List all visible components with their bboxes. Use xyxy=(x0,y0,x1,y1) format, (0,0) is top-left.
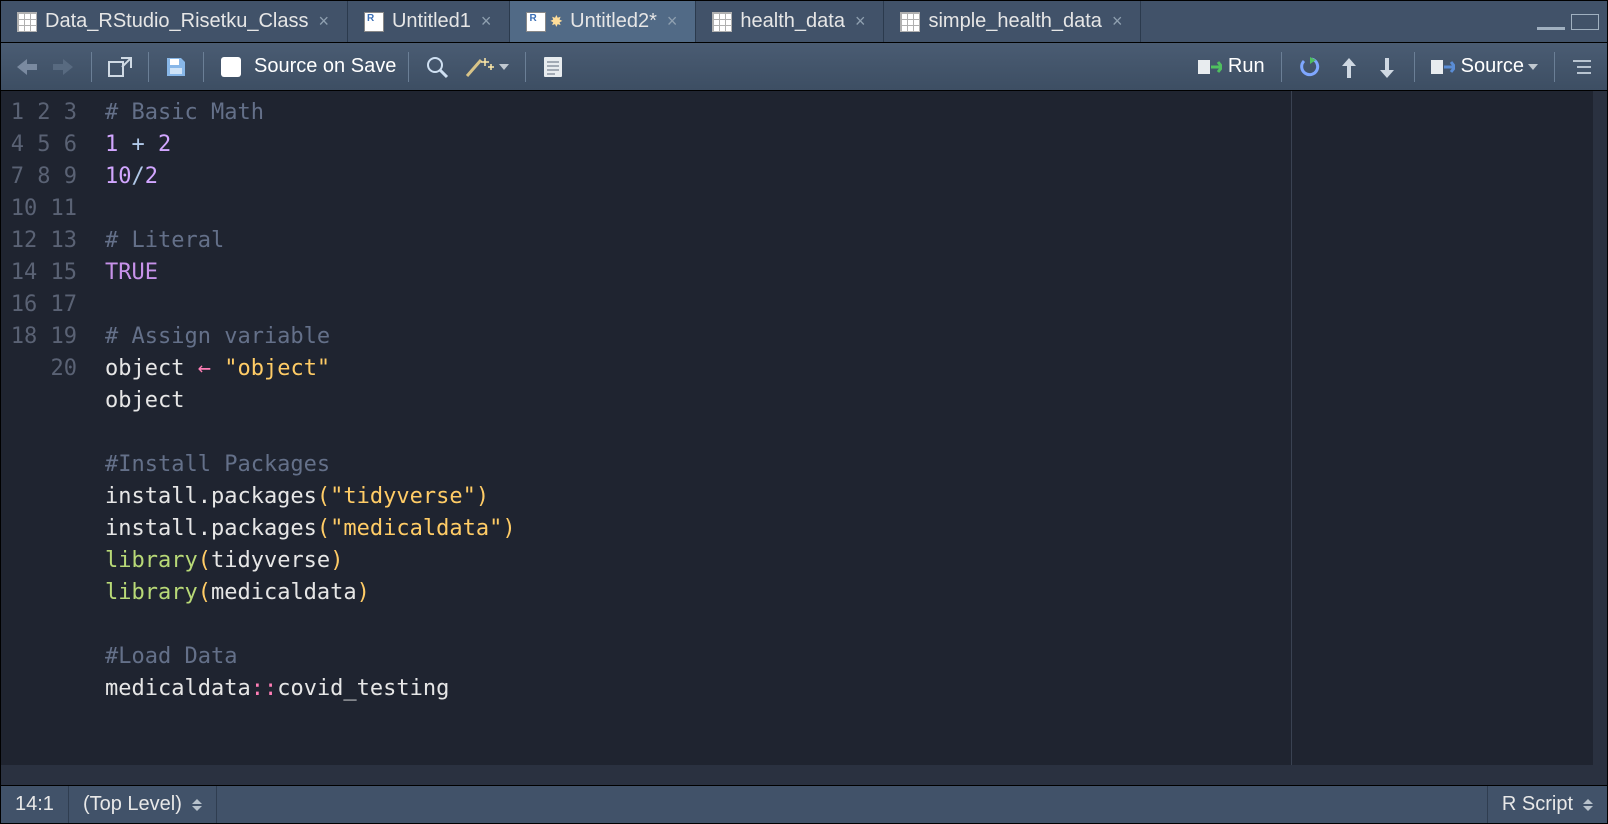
source-button[interactable]: Source xyxy=(1427,51,1542,83)
source-on-save-label: Source on Save xyxy=(254,55,396,78)
vertical-scrollbar[interactable] xyxy=(1593,91,1607,765)
close-tab-button[interactable]: × xyxy=(316,11,331,32)
table-icon xyxy=(712,12,732,32)
cursor-position[interactable]: 14:1 xyxy=(1,786,69,823)
tab-label: Data_RStudio_Risetku_Class xyxy=(45,10,308,33)
save-button[interactable] xyxy=(161,51,191,83)
code-area[interactable]: # Basic Math1 + 210/2 # LiteralTRUE # As… xyxy=(91,91,1593,765)
code-line[interactable]: # Basic Math xyxy=(105,97,1593,129)
code-line[interactable]: library(medicaldata) xyxy=(105,577,1593,609)
rstudio-source-pane: Data_RStudio_Risetku_Class × Untitled1 × ✸ Un… xyxy=(0,0,1608,824)
updown-caret-icon xyxy=(192,799,202,811)
outline-button[interactable] xyxy=(1567,51,1597,83)
tab-label: health_data xyxy=(740,10,845,33)
find-replace-button[interactable] xyxy=(421,51,453,83)
tab-data-rstudio-risetku-class[interactable]: Data_RStudio_Risetku_Class × xyxy=(1,1,348,42)
editor-toolbar: Source on Save xyxy=(1,43,1607,91)
code-line[interactable]: install.packages("medicaldata") xyxy=(105,513,1593,545)
close-tab-button[interactable]: × xyxy=(479,11,494,32)
tab-label: Untitled1 xyxy=(392,10,471,33)
close-tab-button[interactable]: × xyxy=(853,11,868,32)
code-line[interactable] xyxy=(105,705,1593,737)
tab-label: Untitled2* xyxy=(570,10,657,33)
close-tab-button[interactable]: × xyxy=(665,11,680,32)
source-on-save-checkbox[interactable] xyxy=(216,51,246,83)
code-line[interactable]: medicaldata::covid_testing xyxy=(105,673,1593,705)
tab-bar: Data_RStudio_Risetku_Class × Untitled1 × ✸ Un… xyxy=(1,1,1607,43)
go-to-next-section-button[interactable] xyxy=(1372,51,1402,83)
tab-label: simple_health_data xyxy=(928,10,1101,33)
editor-body: 1 2 3 4 5 6 7 8 9 10 11 12 13 14 15 16 1… xyxy=(1,91,1607,765)
code-line[interactable]: TRUE xyxy=(105,257,1593,289)
table-icon xyxy=(17,12,37,32)
code-line[interactable]: #Load Data xyxy=(105,641,1593,673)
code-line[interactable] xyxy=(105,289,1593,321)
chevron-down-icon xyxy=(499,64,509,70)
cursor-position-text: 14:1 xyxy=(15,793,54,816)
code-line[interactable]: object xyxy=(105,385,1593,417)
tab-untitled1[interactable]: Untitled1 × xyxy=(348,1,510,42)
code-line[interactable] xyxy=(105,417,1593,449)
code-line[interactable]: object ← "object" xyxy=(105,353,1593,385)
run-label: Run xyxy=(1228,55,1265,78)
pane-maximize-icon[interactable] xyxy=(1571,14,1599,30)
language-label: R Script xyxy=(1502,793,1573,816)
language-selector[interactable]: R Script xyxy=(1487,786,1607,823)
code-tools-button[interactable] xyxy=(461,51,513,83)
tabbar-spacer xyxy=(1141,1,1537,42)
rerun-previous-button[interactable] xyxy=(1294,51,1326,83)
line-number-gutter: 1 2 3 4 5 6 7 8 9 10 11 12 13 14 15 16 1… xyxy=(1,91,91,765)
go-to-prev-section-button[interactable] xyxy=(1334,51,1364,83)
pane-window-controls xyxy=(1537,1,1607,42)
code-line[interactable]: #Install Packages xyxy=(105,449,1593,481)
code-line[interactable]: 1 + 2 xyxy=(105,129,1593,161)
code-line[interactable] xyxy=(105,609,1593,641)
nav-back-button[interactable] xyxy=(11,51,41,83)
source-label: Source xyxy=(1461,55,1524,78)
compile-report-button[interactable] xyxy=(538,51,568,83)
horizontal-scrollbar[interactable] xyxy=(1,765,1607,785)
r-script-icon xyxy=(364,12,384,32)
tab-health-data[interactable]: health_data × xyxy=(696,1,884,42)
code-line[interactable]: # Assign variable xyxy=(105,321,1593,353)
updown-caret-icon xyxy=(1583,799,1593,811)
code-line[interactable]: library(tidyverse) xyxy=(105,545,1593,577)
code-line[interactable]: install.packages("tidyverse") xyxy=(105,481,1593,513)
code-line[interactable]: 10/2 xyxy=(105,161,1593,193)
table-icon xyxy=(900,12,920,32)
new-badge-icon: ✸ xyxy=(550,13,562,30)
chevron-down-icon xyxy=(1528,64,1538,70)
code-line[interactable] xyxy=(105,193,1593,225)
code-line[interactable]: # Literal xyxy=(105,225,1593,257)
close-tab-button[interactable]: × xyxy=(1110,11,1125,32)
run-button[interactable]: Run xyxy=(1194,51,1269,83)
pane-minimize-icon[interactable] xyxy=(1537,24,1565,30)
nav-forward-button[interactable] xyxy=(49,51,79,83)
tab-untitled2-[interactable]: ✸ Untitled2* × xyxy=(510,1,696,42)
status-bar: 14:1 (Top Level) R Script xyxy=(1,785,1607,823)
scope-selector[interactable]: (Top Level) xyxy=(69,786,217,823)
tab-simple-health-data[interactable]: simple_health_data × xyxy=(884,1,1141,42)
show-in-new-window-button[interactable] xyxy=(104,51,136,83)
code-text[interactable]: # Basic Math1 + 210/2 # LiteralTRUE # As… xyxy=(91,91,1593,737)
r-script-icon xyxy=(526,12,546,32)
scope-label: (Top Level) xyxy=(83,793,182,816)
print-margin-line xyxy=(1291,91,1292,765)
